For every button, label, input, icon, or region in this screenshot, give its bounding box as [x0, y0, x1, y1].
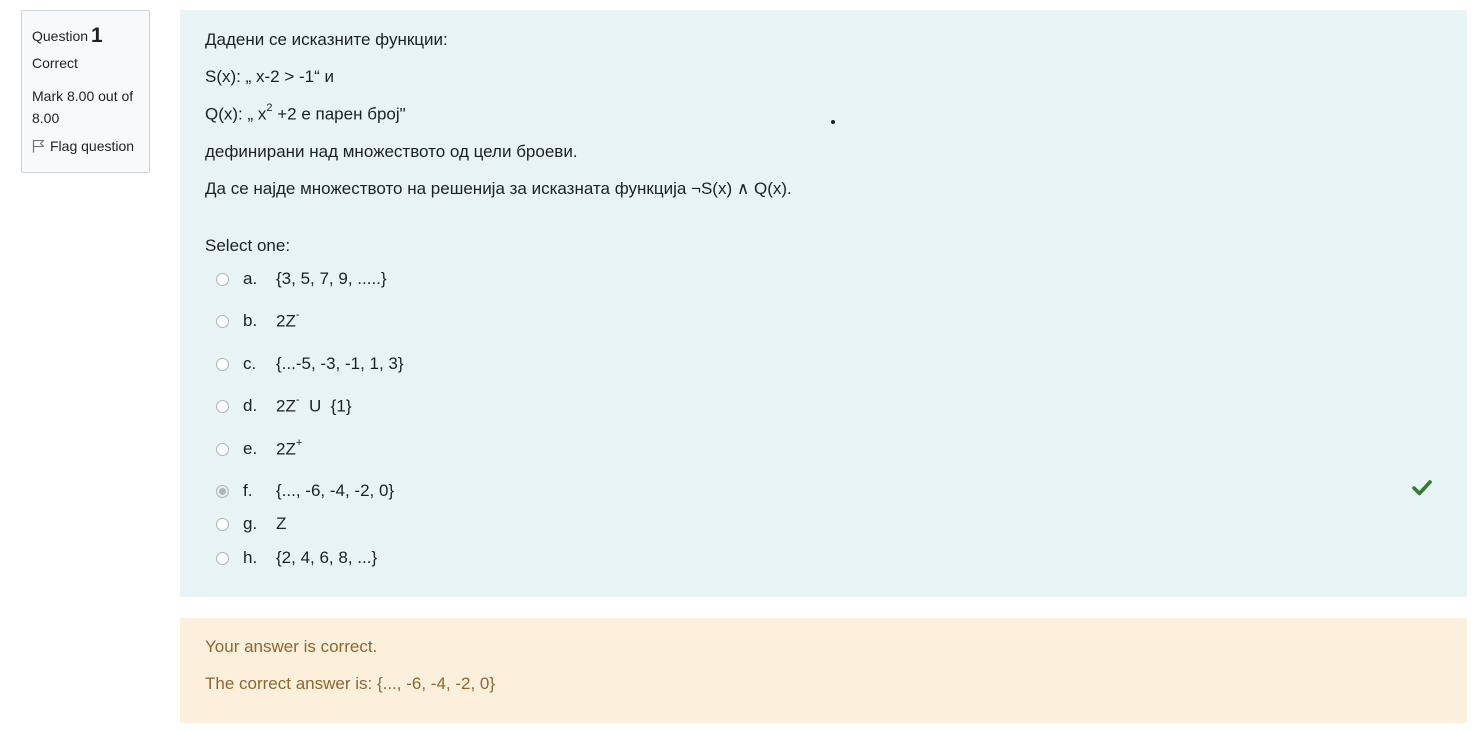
answer-text-superscript: + — [295, 437, 303, 449]
question-domain: дефинирани над множеството од цели броев… — [205, 142, 578, 161]
correct-check-icon — [1412, 480, 1432, 496]
answer-text-main: {...-5, -3, -1, 1, 3} — [276, 354, 404, 373]
answer-option[interactable]: h. {2, 4, 6, 8, ...} — [216, 548, 377, 568]
function-q-prefix: Q(x): „ x — [205, 104, 267, 124]
stray-dot — [831, 120, 835, 124]
question-info-panel: Question 1 Correct Mark 8.00 out of 8.00 … — [21, 10, 150, 173]
answer-text: {3, 5, 7, 9, .....} — [276, 269, 387, 289]
answer-text-main: 2Z — [276, 311, 296, 331]
answer-text-main: {3, 5, 7, 9, .....} — [276, 269, 387, 288]
answer-letter: b. — [243, 311, 258, 331]
answer-letter: c. — [243, 354, 257, 373]
feedback-panel: Your answer is correct. The correct answ… — [180, 618, 1467, 723]
answer-radio[interactable] — [216, 517, 229, 531]
answer-option[interactable]: f. {..., -6, -4, -2, 0} — [216, 481, 394, 501]
flag-question-link[interactable]: Flag question — [32, 138, 149, 154]
answer-letter: g. — [243, 514, 258, 533]
answer-text: Z — [276, 514, 286, 534]
answer-text: {..., -6, -4, -2, 0} — [276, 481, 394, 501]
answer-radio[interactable] — [216, 357, 229, 371]
answer-text: {2, 4, 6, 8, ...} — [276, 548, 377, 568]
answer-option[interactable]: g. Z — [216, 514, 286, 534]
question-number: Question 1 — [32, 23, 149, 47]
flag-icon — [32, 139, 45, 153]
answer-letter: e. — [243, 439, 258, 459]
answer-radio[interactable] — [216, 314, 229, 328]
answer-option[interactable]: b. 2Z- — [216, 309, 300, 332]
question-grade: Mark 8.00 out of 8.00 — [32, 88, 134, 126]
answer-text-tail: U {1} — [299, 396, 352, 416]
function-q-definition: Q(x): „ x2 +2 е парен број" — [205, 102, 406, 125]
flag-question-label: Flag question — [50, 138, 135, 154]
answer-radio[interactable] — [216, 399, 229, 413]
answer-text-superscript: - — [295, 309, 300, 321]
answer-option[interactable]: d. 2Z- U {1} — [216, 394, 352, 417]
question-formulation: Дадени се исказните функции: S(x): „ x-2… — [180, 10, 1467, 597]
answer-radio[interactable] — [216, 551, 229, 565]
feedback-correct-answer: The correct answer is: {..., -6, -4, -2,… — [205, 674, 496, 693]
answer-text: 2Z- U {1} — [276, 394, 352, 417]
answer-radio[interactable] — [216, 272, 229, 286]
answer-radio[interactable] — [216, 484, 229, 498]
question-number-value: 1 — [91, 24, 103, 47]
answer-option[interactable]: c. {...-5, -3, -1, 1, 3} — [216, 354, 404, 374]
answer-text-main: Z — [276, 514, 287, 533]
answer-text-main: {2, 4, 6, 8, ...} — [276, 548, 378, 567]
feedback-result: Your answer is correct. — [205, 637, 378, 656]
answer-letter: a. — [243, 269, 258, 288]
function-q-superscript: 2 — [266, 102, 273, 114]
answer-option[interactable]: e. 2Z+ — [216, 437, 303, 460]
answer-text-main: {..., -6, -4, -2, 0} — [276, 481, 395, 500]
answer-text: {...-5, -3, -1, 1, 3} — [276, 354, 404, 374]
function-s-definition: S(x): „ x-2 > -1“ и — [205, 67, 334, 86]
function-q-suffix: +2 е парен број" — [272, 104, 406, 124]
question-intro: Дадени се исказните функции: — [205, 30, 448, 49]
question-task: Да се најде множеството на решенија за и… — [205, 179, 792, 198]
answer-text-main: 2Z — [276, 396, 296, 416]
answer-option[interactable]: a. {3, 5, 7, 9, .....} — [216, 269, 387, 289]
question-label: Question — [32, 28, 89, 44]
answer-text-main: 2Z — [276, 439, 296, 459]
answer-letter: f. — [243, 481, 253, 500]
answer-letter: h. — [243, 548, 258, 567]
answer-radio[interactable] — [216, 442, 229, 456]
answer-text: 2Z- — [276, 309, 300, 332]
select-one-prompt: Select one: — [205, 236, 291, 255]
question-state: Correct — [32, 55, 78, 71]
answer-letter: d. — [243, 396, 258, 416]
answer-text-superscript: - — [295, 394, 300, 406]
answer-text: 2Z+ — [276, 437, 303, 460]
